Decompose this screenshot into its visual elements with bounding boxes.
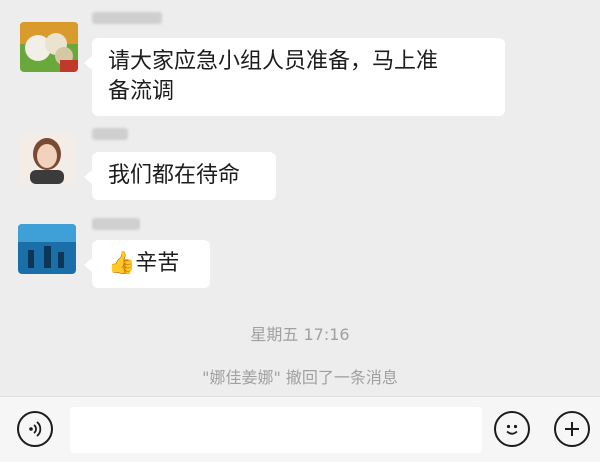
message-bubble[interactable]: 请大家应急小组人员准备，马上准 备流调 — [84, 38, 505, 116]
message-bubble[interactable]: 👍辛苦 — [84, 240, 210, 288]
input-bar — [0, 396, 600, 462]
voice-button[interactable] — [17, 411, 53, 447]
sender-name — [92, 218, 140, 230]
emoji-icon — [506, 424, 518, 435]
avatar[interactable] — [20, 22, 78, 72]
message-bubble[interactable]: 我们都在待命 — [84, 152, 276, 200]
message-text-line: 备流调 — [108, 79, 175, 104]
recall-notice: "娜佳姜娜" 撤回了一条消息 — [202, 368, 398, 387]
message-text-line: 辛苦 — [135, 251, 180, 276]
message-text-line: 请大家应急小组人员准备，马上准 — [108, 49, 439, 74]
avatar[interactable] — [18, 224, 76, 274]
woman-portrait-avatar — [18, 134, 76, 184]
plus-button[interactable] — [554, 411, 590, 447]
voice-icon — [29, 421, 42, 437]
thumbs-up-icon: 👍 — [108, 251, 136, 276]
message-timestamp: 星期五 17:16 — [250, 325, 350, 344]
sender-name — [92, 12, 162, 24]
message-text-line: 我们都在待命 — [108, 163, 241, 188]
plus-icon — [565, 422, 579, 436]
food-photo-avatar — [20, 22, 78, 72]
sender-name — [92, 128, 128, 140]
chat-message-list[interactable]: 请大家应急小组人员准备，马上准 备流调 我们都在待命 👍辛苦 星期五 17:16… — [0, 0, 600, 396]
emoji-button[interactable] — [494, 411, 530, 447]
avatar[interactable] — [18, 134, 76, 184]
message-input[interactable] — [70, 407, 482, 453]
aquarium-photo-avatar — [18, 224, 76, 274]
